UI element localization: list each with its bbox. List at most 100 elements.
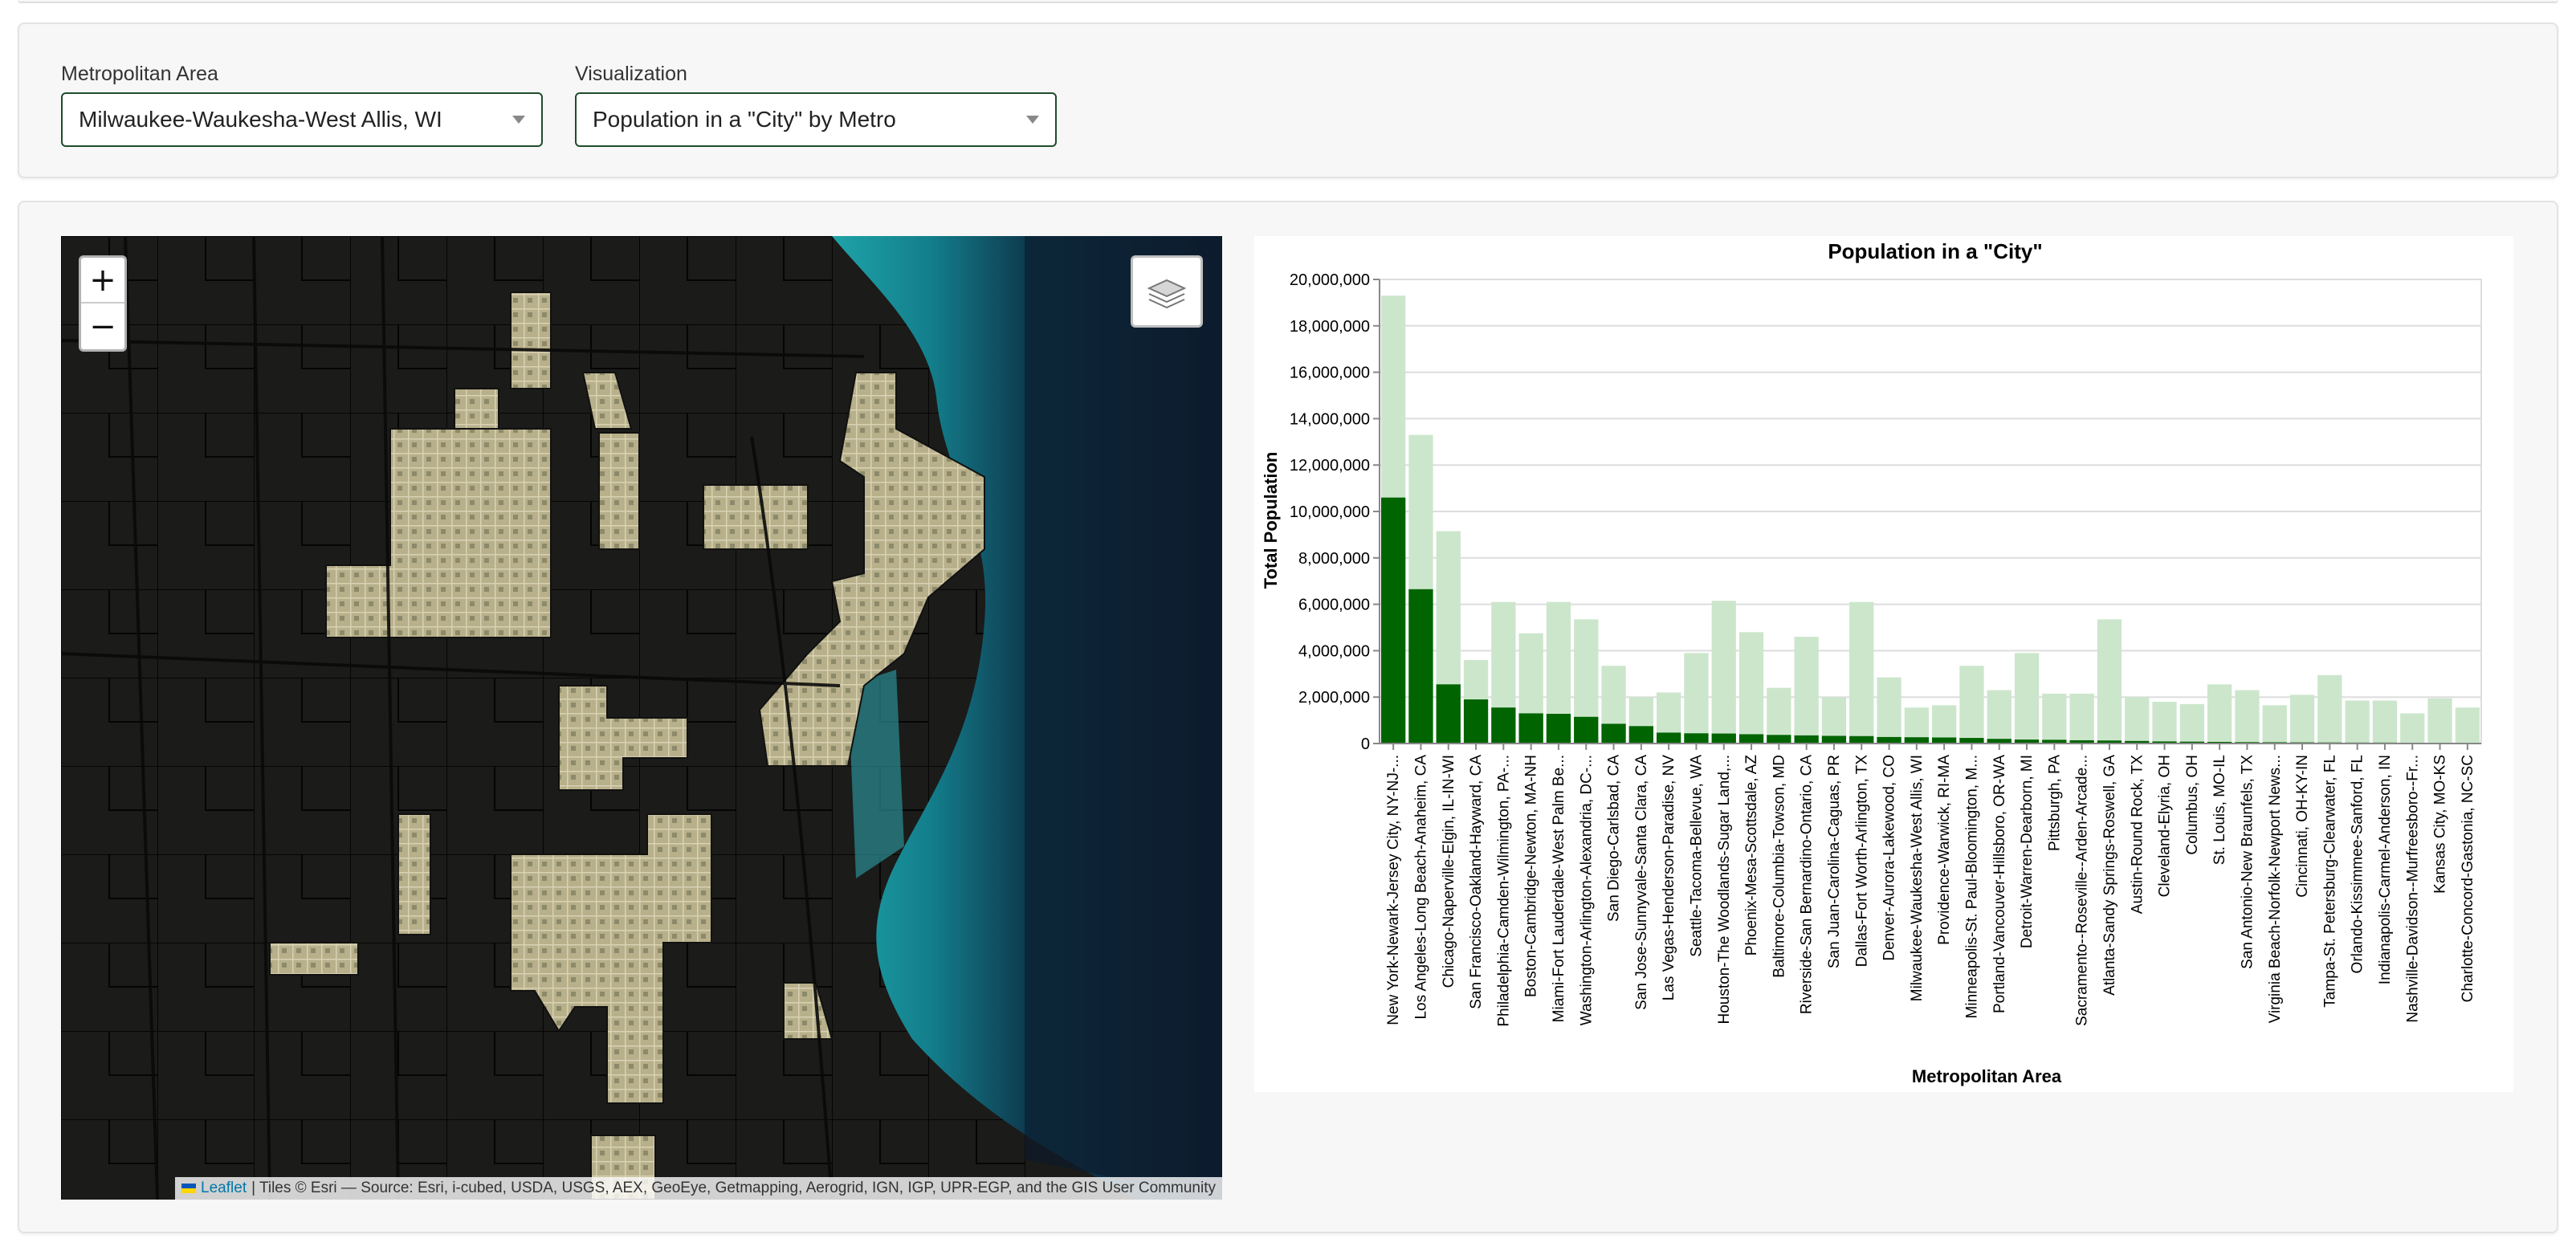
bar-city — [1408, 589, 1433, 744]
x-tick-label: San Jose-Sunnyvale-Santa Clara, CA — [1633, 755, 1650, 1010]
bar-total — [2400, 713, 2425, 744]
bar-city — [1436, 684, 1461, 744]
viz-select-value: Population in a "City" by Metro — [593, 107, 896, 132]
x-tick-label: Providence-Warwick, RI-MA — [1936, 755, 1953, 945]
zoom-out-button[interactable]: − — [81, 304, 124, 349]
x-tick-label: Washington-Arlington-Alexandria, DC-... — [1578, 755, 1595, 1025]
x-tick-label: Pittsburgh, PA — [2046, 755, 2063, 851]
bar-total — [1849, 601, 1874, 744]
bar-total — [2125, 697, 2150, 744]
ukraine-flag-icon — [181, 1184, 197, 1193]
x-tick-label: Riverside-San Bernardino-Ontario, CA — [1799, 755, 1816, 1014]
x-tick-label: Kansas City, MO-KS — [2432, 755, 2449, 894]
bar-total — [2069, 693, 2094, 744]
layers-icon — [1147, 279, 1187, 309]
x-tick-label: Los Angeles-Long Beach-Anaheim, CA — [1412, 755, 1429, 1020]
x-tick-label: Milwaukee-Waukesha-West Allis, WI — [1909, 755, 1926, 1001]
y-tick-label: 4,000,000 — [1298, 642, 1370, 660]
bar-city — [1628, 726, 1653, 744]
x-tick-label: Philadelphia-Camden-Wilmington, PA-... — [1495, 755, 1512, 1027]
bar-total — [2042, 693, 2067, 744]
y-tick-label: 14,000,000 — [1290, 410, 1370, 428]
bar-total — [2455, 707, 2480, 744]
chevron-down-icon — [1026, 116, 1039, 124]
bar-total — [2345, 700, 2370, 744]
x-tick-label: Atlanta-Sandy Springs-Roswell, GA — [2101, 755, 2118, 996]
bar-total — [1711, 601, 1736, 744]
bar-city — [1684, 733, 1709, 744]
zoom-control: + − — [79, 255, 127, 352]
metro-select[interactable]: Milwaukee-Waukesha-West Allis, WI — [61, 92, 543, 147]
x-tick-label: Cincinnati, OH-KY-IN — [2294, 755, 2311, 898]
x-tick-label: Phoenix-Mesa-Scottsdale, AZ — [1743, 755, 1760, 956]
bar-total — [2317, 674, 2342, 744]
bar-total — [2372, 700, 2398, 744]
bar-city — [1877, 736, 1901, 744]
y-tick-label: 8,000,000 — [1298, 550, 1370, 568]
bar-city — [1904, 737, 1929, 744]
chart-svg: Population in a "City" Total Population … — [1261, 239, 2482, 1086]
x-tick-label: Dallas-Fort Worth-Arlington, TX — [1853, 755, 1870, 968]
x-tick-label: Chicago-Naperville-Elgin, IL-IN-WI — [1441, 755, 1457, 988]
bar-city — [1794, 735, 1819, 744]
bar-city — [1463, 699, 1489, 744]
bar-total — [2179, 703, 2204, 744]
x-tick-label: Indianapolis-Carmel-Anderson, IN — [2377, 755, 2394, 984]
x-tick-label: Charlotte-Concord-Gastonia, NC-SC — [2460, 755, 2476, 1002]
bar-city — [1767, 735, 1791, 744]
bar-city — [1932, 737, 1957, 744]
x-tick-label: Boston-Cambridge-Newton, MA-NH — [1523, 755, 1540, 997]
y-tick-label: 18,000,000 — [1290, 318, 1370, 336]
bar-city — [1711, 733, 1736, 744]
bar-city — [1546, 714, 1571, 744]
bar-total — [2235, 690, 2260, 744]
bar-city — [1491, 707, 1516, 744]
bar-total — [2207, 684, 2232, 744]
x-tick-label: Minneapolis-St. Paul-Bloomington, M... — [1963, 755, 1980, 1018]
bar-total — [2289, 695, 2315, 744]
viz-label: Visualization — [575, 63, 687, 85]
x-tick-label: Orlando-Kissimmee-Sanford, FL — [2350, 755, 2366, 973]
x-tick-label: Houston-The Woodlands-Sugar Land,... — [1716, 755, 1733, 1025]
chevron-down-icon — [512, 116, 525, 124]
bar-total — [1684, 653, 1709, 744]
bar-total — [2097, 619, 2122, 744]
bar-total — [1959, 666, 1984, 744]
y-tick-label: 12,000,000 — [1290, 457, 1370, 475]
bar-total — [1794, 637, 1819, 744]
y-axis-title: Total Population — [1261, 452, 1281, 589]
metro-label: Metropolitan Area — [61, 63, 218, 85]
x-tick-label: Tampa-St. Petersburg-Clearwater, FL — [2321, 755, 2338, 1008]
zoom-in-button[interactable]: + — [81, 258, 124, 304]
x-tick-label: Detroit-Warren-Dearborn, MI — [2019, 755, 2036, 948]
x-tick-label: Columbus, OH — [2184, 755, 2201, 855]
x-tick-label: San Diego-Carlsbad, CA — [1606, 755, 1623, 922]
y-tick-label: 16,000,000 — [1290, 365, 1370, 382]
bar-total — [2152, 701, 2177, 744]
layers-button[interactable] — [1131, 255, 1203, 328]
bar-city — [1574, 716, 1599, 744]
x-tick-label: San Antonio-New Braunfels, TX — [2239, 755, 2256, 969]
leaflet-link[interactable]: Leaflet — [201, 1180, 247, 1197]
y-tick-label: 0 — [1361, 735, 1370, 753]
y-tick-label: 2,000,000 — [1298, 689, 1370, 707]
x-tick-label: Baltimore-Columbia-Towson, MD — [1771, 755, 1787, 978]
bar-city — [1849, 735, 1874, 744]
attribution-text: | Tiles © Esri — Source: Esri, i-cubed, … — [251, 1180, 1216, 1196]
bar-total — [2262, 705, 2287, 744]
bar-total — [1738, 632, 1764, 744]
y-tick-label: 20,000,000 — [1290, 271, 1370, 289]
bar-city — [1738, 734, 1764, 744]
bar-total — [2427, 698, 2452, 744]
map[interactable]: + − Leaflet | Tiles © Esri — Source: Esr… — [61, 236, 1222, 1200]
x-tick-label: San Juan-Carolina-Caguas, PR — [1826, 755, 1843, 968]
x-tick-label: Miami-Fort Lauderdale-West Palm Be... — [1551, 755, 1567, 1022]
top-card-edge — [18, 0, 2558, 3]
bar-total — [1877, 677, 1901, 744]
viz-select[interactable]: Population in a "City" by Metro — [575, 92, 1057, 147]
bar-total — [2014, 653, 2040, 744]
x-axis-title: Metropolitan Area — [1912, 1066, 2062, 1086]
metro-field: Metropolitan Area Milwaukee-Waukesha-Wes… — [61, 63, 543, 147]
x-tick-label: New York-Newark-Jersey City, NY-NJ-... — [1385, 755, 1402, 1025]
x-tick-label: Cleveland-Elyria, OH — [2157, 755, 2174, 897]
